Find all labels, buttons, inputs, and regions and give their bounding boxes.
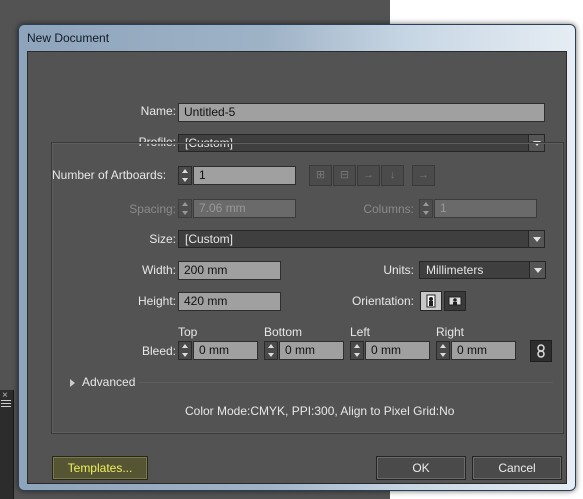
expand-triangle-icon[interactable]	[70, 379, 75, 387]
templates-button[interactable]: Templates...	[52, 456, 148, 480]
artboards-stepper[interactable]	[178, 166, 192, 185]
name-label: Name:	[140, 104, 176, 118]
artboards-input[interactable]: 1	[193, 166, 296, 185]
name-input[interactable]: Untitled-5	[178, 103, 545, 122]
width-label: Width:	[141, 263, 176, 277]
bleed-bottom-label: Bottom	[264, 325, 303, 339]
size-dropdown[interactable]: [Custom]	[178, 230, 545, 248]
link-icon[interactable]	[530, 340, 552, 362]
spacing-stepper[interactable]	[178, 199, 192, 218]
grid-by-row-icon[interactable]: ⊞	[309, 165, 332, 186]
bleed-top-stepper[interactable]	[178, 341, 192, 360]
height-label: Height:	[137, 294, 176, 308]
bleed-bottom-input[interactable]: 0 mm	[279, 341, 344, 360]
portrait-icon[interactable]	[420, 291, 442, 311]
right-to-left-icon[interactable]: →	[412, 165, 435, 186]
bleed-right-input[interactable]: 0 mm	[451, 341, 516, 360]
divider	[138, 382, 553, 383]
dialog-body: Name: Untitled-5 Profile: [Custom] Numbe…	[27, 51, 567, 484]
size-label: Size:	[149, 232, 176, 246]
bleed-right-stepper[interactable]	[436, 341, 450, 360]
arrange-by-column-icon[interactable]: ↓	[381, 165, 404, 186]
ok-button[interactable]: OK	[376, 456, 466, 480]
bleed-left-stepper[interactable]	[350, 341, 364, 360]
bleed-label: Bleed:	[141, 344, 176, 358]
bleed-bottom-stepper[interactable]	[264, 341, 278, 360]
units-dropdown[interactable]: Millimeters	[419, 261, 546, 279]
cancel-button[interactable]: Cancel	[472, 456, 562, 480]
width-input[interactable]: 200 mm	[178, 261, 281, 280]
height-input[interactable]: 420 mm	[178, 292, 281, 311]
artboards-label: Number of Artboards:	[52, 168, 167, 182]
side-panel: ×	[0, 390, 14, 499]
units-label: Units:	[383, 263, 414, 277]
columns-stepper[interactable]	[419, 199, 433, 218]
columns-label: Columns:	[363, 202, 414, 216]
bleed-top-input[interactable]: 0 mm	[193, 341, 258, 360]
advanced-toggle[interactable]: Advanced	[82, 375, 135, 389]
chevron-down-icon	[528, 231, 544, 247]
document-info-text: Color Mode:CMYK, PPI:300, Align to Pixel…	[185, 404, 455, 418]
spacing-input[interactable]: 7.06 mm	[193, 199, 296, 218]
new-document-window: New Document Name: Untitled-5 Profile: […	[18, 24, 576, 491]
grid-by-column-icon[interactable]: ⊟	[333, 165, 356, 186]
bleed-right-label: Right	[436, 325, 465, 339]
bleed-left-input[interactable]: 0 mm	[365, 341, 430, 360]
orientation-label: Orientation:	[351, 294, 414, 308]
panel-menu-icon[interactable]	[1, 400, 11, 407]
window-title: New Document	[27, 31, 110, 45]
bleed-left-label: Left	[350, 325, 371, 339]
landscape-icon[interactable]	[444, 291, 466, 311]
size-value: [Custom]	[185, 232, 234, 246]
document-settings-group	[51, 142, 564, 434]
arrange-by-row-icon[interactable]: →	[357, 165, 380, 186]
chevron-down-icon	[529, 262, 545, 278]
units-value: Millimeters	[426, 263, 484, 277]
bleed-top-label: Top	[178, 325, 198, 339]
spacing-label: Spacing:	[129, 202, 176, 216]
columns-input[interactable]: 1	[434, 199, 537, 218]
